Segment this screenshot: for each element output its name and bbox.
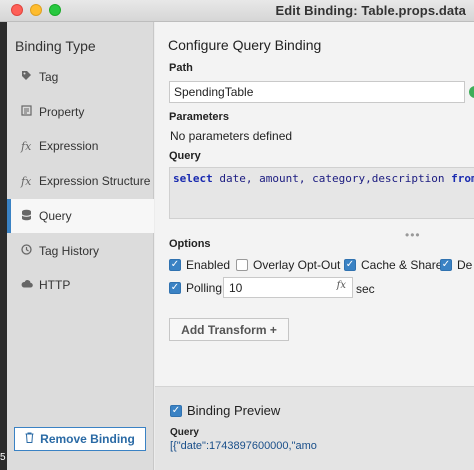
polling-checkbox[interactable]: ✓ Polling: [169, 281, 222, 295]
check-icon: ✓: [169, 259, 181, 271]
check-icon: ✓: [344, 259, 356, 271]
sidebar-item-property[interactable]: Property: [7, 95, 154, 129]
window-title: Edit Binding: Table.props.data: [275, 3, 466, 18]
fx-icon[interactable]: fx: [337, 280, 346, 291]
enabled-label: Enabled: [186, 258, 231, 272]
sidebar-title: Binding Type: [15, 38, 96, 54]
path-label: Path: [169, 62, 193, 74]
cloud-icon: [21, 279, 39, 291]
sidebar-item-expression[interactable]: fx Expression: [7, 129, 154, 163]
parameters-label: Parameters: [169, 111, 229, 123]
sidebar-item-label: Tag History: [39, 244, 100, 258]
sidebar-item-label: Query: [39, 209, 72, 223]
cache-share-checkbox[interactable]: ✓ Cache & Share: [344, 258, 442, 272]
cache-share-label: Cache & Share: [361, 258, 443, 272]
overlay-opt-out-label: Overlay Opt-Out: [253, 258, 341, 272]
remove-binding-label: Remove Binding: [40, 432, 135, 446]
minimize-window-button[interactable]: [30, 4, 42, 16]
enabled-checkbox[interactable]: ✓ Enabled: [169, 258, 230, 272]
sidebar-item-label: Tag: [39, 70, 59, 84]
checkbox-empty-icon: [236, 259, 248, 271]
add-transform-button[interactable]: Add Transform +: [169, 318, 289, 341]
page-title: Configure Query Binding: [168, 37, 322, 53]
query-keyword: select: [173, 172, 213, 185]
dedupe-checkbox[interactable]: ✓ De: [440, 258, 472, 272]
query-label: Query: [169, 150, 201, 162]
fx-icon: fx: [21, 174, 32, 188]
query-keyword: from: [451, 172, 474, 185]
check-icon: ✓: [170, 404, 182, 417]
title-bar: Edit Binding: Table.props.data: [0, 0, 474, 22]
background-text: 5: [0, 452, 6, 463]
binding-preview-checkbox[interactable]: ✓ Binding Preview: [170, 403, 280, 418]
path-input[interactable]: SpendingTable: [169, 81, 465, 103]
close-window-button[interactable]: [11, 4, 23, 16]
check-icon: ✓: [169, 282, 181, 294]
sidebar-item-expression-structure[interactable]: fx Expression Structure: [7, 164, 154, 198]
binding-preview-label: Binding Preview: [187, 403, 281, 418]
preview-value: [{"date":1743897600000,"amo: [170, 440, 317, 452]
fx-icon: fx: [21, 139, 32, 153]
clock-icon: [21, 244, 39, 258]
sidebar-item-query[interactable]: Query: [7, 199, 154, 233]
options-label: Options: [169, 238, 211, 250]
parameters-value: No parameters defined: [170, 129, 293, 143]
sidebar-item-tag[interactable]: Tag: [7, 60, 154, 94]
query-text: select date, amount, category,descriptio…: [173, 172, 474, 185]
polling-unit: sec: [356, 282, 375, 296]
zoom-window-button[interactable]: [49, 4, 61, 16]
query-binding-panel: Configure Query Binding Path SpendingTab…: [155, 22, 474, 470]
polling-label: Polling: [186, 281, 223, 295]
sidebar-item-label: Expression Structure: [39, 174, 151, 188]
preview-query-label: Query: [170, 427, 199, 438]
check-icon: ✓: [440, 259, 452, 271]
binding-type-sidebar: Binding Type Tag Property fx Expression …: [7, 22, 154, 470]
background-window-strip: 5: [0, 22, 7, 470]
sidebar-item-http[interactable]: HTTP: [7, 268, 154, 302]
dedupe-label: De: [457, 258, 473, 272]
polling-value: 10: [229, 280, 243, 295]
binding-preview-section: ✓ Binding Preview Query [{"date":1743897…: [155, 386, 474, 470]
query-columns: date, amount, category,description: [212, 172, 452, 185]
tag-icon: [21, 70, 39, 84]
trash-icon: [25, 432, 34, 446]
path-value: SpendingTable: [174, 85, 254, 99]
sidebar-item-label: Property: [39, 105, 85, 119]
query-editor[interactable]: select date, amount, category,descriptio…: [169, 167, 474, 219]
sidebar-item-tag-history[interactable]: Tag History: [7, 234, 154, 268]
remove-binding-button[interactable]: Remove Binding: [14, 427, 146, 451]
resize-handle[interactable]: •••: [405, 228, 421, 242]
property-icon: [21, 105, 39, 119]
database-icon: [21, 209, 39, 224]
polling-rate-input[interactable]: 10 fx: [223, 277, 353, 298]
status-indicator: [469, 86, 474, 98]
sidebar-item-label: Expression: [39, 139, 99, 153]
sidebar-item-label: HTTP: [39, 278, 71, 292]
overlay-opt-out-checkbox[interactable]: Overlay Opt-Out: [236, 258, 340, 272]
